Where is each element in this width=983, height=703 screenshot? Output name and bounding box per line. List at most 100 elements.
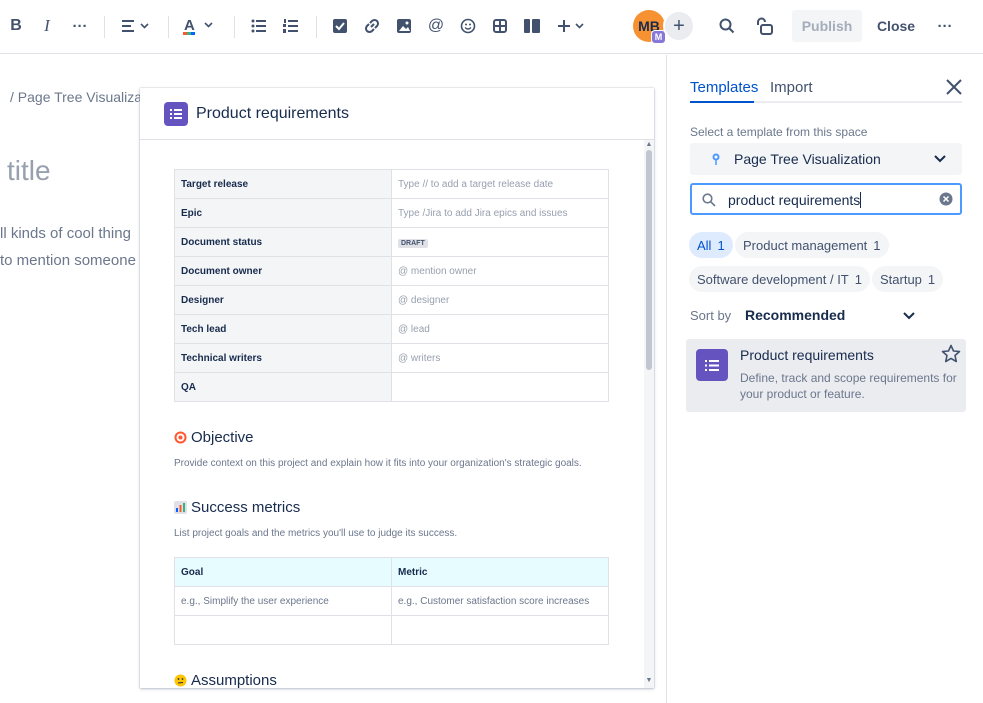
table-value: @ designer	[391, 285, 609, 315]
close-button[interactable]: Close	[870, 10, 922, 42]
toolbar-divider	[104, 16, 105, 38]
editor-toolbar: B I ··· A @ MB M + Publish Close ···	[0, 0, 983, 54]
objective-text: Provide context on this project and expl…	[174, 458, 582, 469]
plus-icon: +	[673, 14, 685, 37]
category-chip-software-development[interactable]: Software development / IT 1	[689, 266, 870, 292]
link-button[interactable]	[362, 13, 382, 39]
table-header-row: Goal Metric	[174, 557, 609, 587]
template-search-input[interactable]: product requirements	[690, 183, 962, 215]
template-title: Product requirements	[740, 347, 874, 363]
table-button[interactable]	[490, 13, 510, 39]
find-button[interactable]	[716, 13, 738, 39]
table-row: Target release Type // to add a target re…	[174, 169, 609, 199]
table-key: Designer	[174, 285, 392, 315]
success-metrics-heading: Success metrics	[174, 499, 300, 516]
alignment-button[interactable]	[118, 13, 152, 39]
table-key: Document owner	[174, 256, 392, 286]
table-cell	[174, 615, 392, 645]
editor-text-line: to mention someone	[0, 252, 136, 269]
search-icon	[719, 18, 735, 34]
star-icon[interactable]	[941, 344, 961, 363]
list-icon	[170, 109, 182, 119]
image-button[interactable]	[394, 13, 414, 39]
publish-button[interactable]: Publish	[792, 10, 862, 42]
checkbox-icon	[333, 19, 347, 33]
insert-more-button[interactable]	[554, 13, 588, 39]
emoji-button[interactable]	[458, 13, 478, 39]
restrictions-button[interactable]	[753, 13, 777, 39]
template-icon	[696, 349, 728, 381]
template-result-item[interactable]: Product requirements Define, track and s…	[686, 339, 966, 412]
table-value: DRAFT	[391, 227, 609, 257]
mention-button[interactable]: @	[426, 13, 446, 39]
link-icon	[364, 18, 380, 34]
text-color-button[interactable]: A	[180, 13, 216, 39]
bold-button[interactable]: B	[6, 13, 26, 39]
table-key: Epic	[174, 198, 392, 228]
table-row: QA	[174, 372, 609, 402]
template-preview: Product requirements ▲ ▼ Target release T…	[140, 88, 654, 688]
numbered-list-button[interactable]	[280, 13, 302, 39]
editor-text-line: ll kinds of cool thing	[0, 225, 131, 242]
thinking-face-icon	[174, 674, 187, 687]
table-row: Designer @ designer	[174, 285, 609, 315]
more-formatting-button[interactable]: ···	[68, 13, 92, 39]
scroll-down-arrow[interactable]: ▼	[645, 677, 653, 684]
list-icon	[705, 359, 719, 371]
image-icon	[397, 19, 411, 33]
table-cell: e.g., Customer satisfaction score increa…	[391, 586, 609, 616]
table-key: QA	[174, 372, 392, 402]
bullet-list-button[interactable]	[248, 13, 270, 39]
at-icon: @	[427, 17, 445, 34]
table-key: Document status	[174, 227, 392, 257]
tab-import[interactable]: Import	[770, 79, 813, 96]
sort-label: Sort by	[690, 308, 732, 323]
invite-button[interactable]: +	[663, 10, 695, 42]
template-icon	[164, 102, 188, 126]
breadcrumb[interactable]: / Page Tree Visualiza	[10, 89, 142, 105]
more-actions-button[interactable]: ···	[933, 13, 957, 39]
clear-search-icon[interactable]	[939, 192, 953, 206]
scroll-up-arrow[interactable]: ▲	[645, 141, 653, 148]
layouts-button[interactable]	[522, 13, 542, 39]
heading-text: Success metrics	[191, 499, 301, 516]
table-cell	[391, 615, 609, 645]
plus-icon	[558, 20, 584, 32]
assumptions-heading: Assumptions	[174, 672, 277, 688]
category-chip-startup[interactable]: Startup 1	[872, 266, 944, 292]
space-select[interactable]: Page Tree Visualization	[690, 143, 962, 175]
action-item-button[interactable]	[330, 13, 350, 39]
bullet-list-icon	[251, 19, 266, 33]
table-row: Technical writers @ writers	[174, 343, 609, 373]
sort-select[interactable]: Recommended	[745, 307, 845, 323]
emoji-icon	[460, 18, 476, 34]
table-row: Document owner @ mention owner	[174, 256, 609, 286]
tab-templates[interactable]: Templates	[690, 79, 758, 96]
more-icon: ···	[937, 17, 953, 35]
scrollbar-thumb[interactable]	[646, 150, 652, 370]
text-color-icon: A	[183, 17, 213, 35]
align-left-icon	[122, 20, 149, 32]
close-icon	[946, 79, 962, 95]
italic-button[interactable]: I	[37, 13, 57, 39]
category-chip-product-management[interactable]: Product management 1	[735, 232, 889, 258]
category-chip-all[interactable]: All 1	[689, 232, 733, 258]
space-select-label: Select a template from this space	[690, 125, 868, 139]
search-icon	[702, 193, 716, 207]
bar-chart-icon	[174, 501, 187, 514]
table-row: e.g., Simplify the user experience e.g., …	[174, 586, 609, 616]
space-icon	[712, 153, 720, 165]
page-title[interactable]: title	[7, 155, 51, 187]
table-key: Tech lead	[174, 314, 392, 344]
heading-text: Assumptions	[191, 672, 277, 688]
layout-columns-icon	[524, 19, 540, 33]
numbered-list-icon	[283, 19, 298, 33]
toolbar-divider	[168, 16, 169, 38]
table-row: Document status DRAFT	[174, 227, 609, 257]
status-badge: DRAFT	[398, 238, 428, 248]
heading-text: Objective	[191, 429, 254, 446]
close-panel-button[interactable]	[943, 76, 965, 98]
table-value: Type /Jira to add Jira epics and issues	[391, 198, 609, 228]
table-value: @ lead	[391, 314, 609, 344]
chevron-down-icon[interactable]	[903, 312, 915, 320]
